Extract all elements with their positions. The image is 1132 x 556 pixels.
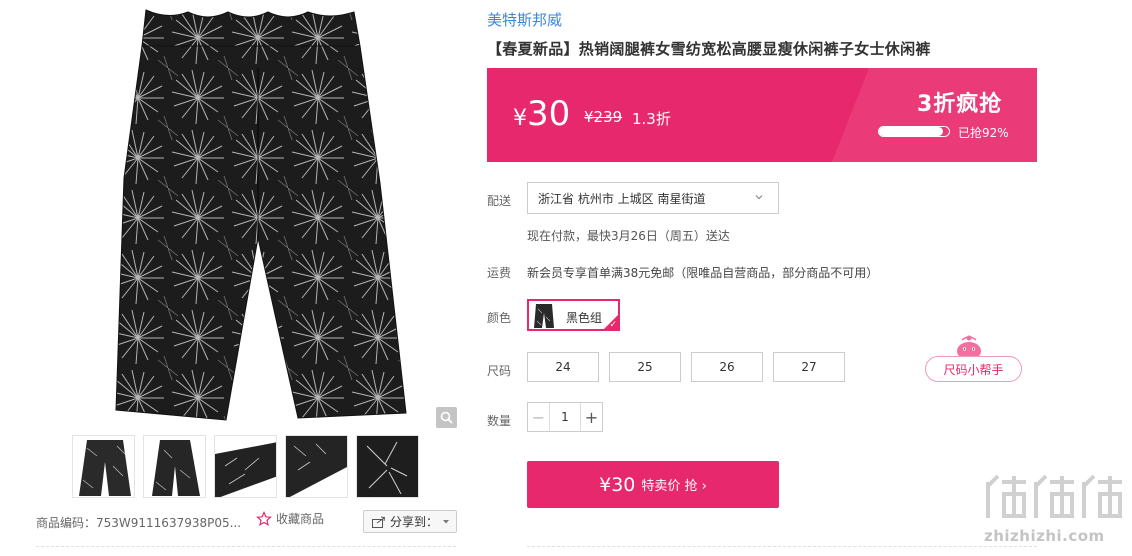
divider (36, 546, 456, 547)
size-option-26[interactable]: 26 (691, 352, 763, 382)
size-option-24[interactable]: 24 (527, 352, 599, 382)
favorite-button[interactable]: 收藏商品 (256, 510, 324, 527)
quantity-stepper: − + (527, 402, 603, 432)
check-icon: ✓ (609, 320, 617, 330)
shipping-label: 运费 (487, 266, 512, 280)
star-icon (256, 510, 272, 526)
color-option-label: 黑色组 (566, 311, 603, 325)
flash-sale-title: 3折疯抢 (917, 92, 1003, 117)
buy-button-label: 特卖价 抢 › (641, 479, 707, 494)
quantity-decrease-button[interactable]: − (528, 403, 550, 431)
quantity-increase-button[interactable]: + (580, 403, 602, 431)
share-label: 分享到： (390, 515, 439, 529)
current-price-value: 30 (527, 94, 571, 134)
thumbnail-4[interactable] (285, 435, 348, 498)
currency-symbol: ¥ (513, 106, 527, 131)
watermark-url: zhizhizhi.com (984, 527, 1105, 545)
zoom-icon[interactable] (436, 407, 457, 428)
quantity-input[interactable] (550, 403, 580, 431)
color-label: 颜色 (487, 311, 512, 325)
share-button[interactable]: 分享到： (363, 510, 457, 533)
delivery-estimate: 现在付款，最快3月26日（周五）送达 (527, 229, 730, 243)
address-value: 浙江省 杭州市 上城区 南星街道 (538, 191, 706, 206)
size-option-27[interactable]: 27 (773, 352, 845, 382)
quantity-label: 数量 (487, 414, 512, 428)
sold-progress-fill (879, 127, 944, 136)
thumbnail-2[interactable] (143, 435, 206, 498)
thumbnail-3[interactable] (214, 435, 277, 498)
product-title: 【春夏新品】热销阔腿裤女雪纺宽松高腰显瘦休闲裤子女士休闲裤 (487, 40, 931, 58)
original-price: ¥239 (584, 108, 623, 126)
current-price: ¥30 (513, 94, 570, 134)
delivery-label: 配送 (487, 194, 512, 208)
size-option-25[interactable]: 25 (609, 352, 681, 382)
size-helper-button[interactable]: 尺码小帮手 (925, 356, 1022, 382)
thumbnail-5[interactable] (356, 435, 419, 498)
watermark-logo (984, 472, 1124, 525)
divider (527, 546, 1037, 547)
product-code: 商品编码：753W9111637938P05... (36, 516, 242, 530)
buy-button-price: ¥30 (599, 473, 636, 496)
buy-now-button[interactable]: ¥30 特卖价 抢 › (527, 461, 779, 508)
shipping-info: 新会员专享首单满38元免邮（限唯品自营商品，部分商品不可用） (527, 266, 879, 280)
brand-link[interactable]: 美特斯邦威 (487, 9, 562, 30)
favorite-label: 收藏商品 (276, 512, 325, 526)
sold-progress-bar (878, 126, 950, 137)
address-select[interactable]: 浙江省 杭州市 上城区 南星街道 (527, 182, 779, 214)
share-icon (372, 516, 386, 528)
product-main-image (108, 8, 408, 426)
price-banner: ¥30 ¥239 1.3折 3折疯抢 已抢92% (487, 68, 1037, 162)
chevron-down-icon (755, 195, 763, 200)
caret-down-icon (443, 519, 450, 523)
sold-progress-text: 已抢92% (958, 126, 1009, 140)
discount-rate: 1.3折 (632, 110, 671, 128)
color-swatch-image (534, 304, 554, 328)
thumbnail-1[interactable] (72, 435, 135, 498)
size-label: 尺码 (487, 364, 512, 378)
color-option-black[interactable]: 黑色组 ✓ (527, 299, 620, 331)
